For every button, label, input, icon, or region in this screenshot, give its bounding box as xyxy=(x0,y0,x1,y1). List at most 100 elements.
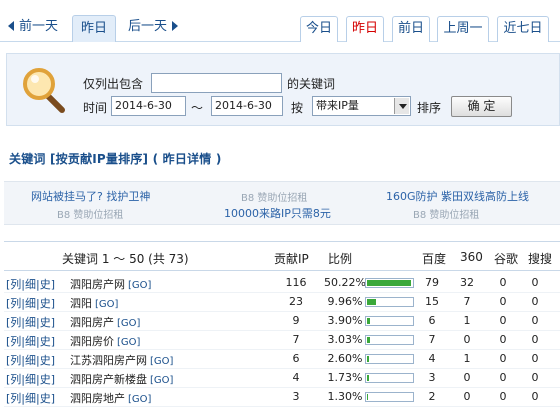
row-links: [列|细|史] xyxy=(6,316,56,329)
col-keyword[interactable]: 关键词 1 ～ 50 (共 73) xyxy=(62,250,189,267)
ratio-bar-fill xyxy=(367,356,369,362)
table-header: 关键词 1 ～ 50 (共 73) 贡献IP 比例 百度 360 谷歌 搜搜 xyxy=(4,241,560,271)
tab-last-seven-days[interactable]: 近七日 xyxy=(497,16,549,42)
ratio-bar-fill xyxy=(367,280,411,286)
next-day-link[interactable]: 后一天 xyxy=(128,16,179,38)
go-link[interactable]: [GO] xyxy=(150,375,173,386)
keyword-cell: 江苏泗阳房产网 [GO] xyxy=(70,352,173,368)
ratio-bar-fill xyxy=(367,394,368,400)
ad-link[interactable]: 网站被挂马了? 找护卫神 xyxy=(31,188,150,204)
keyword-input[interactable] xyxy=(151,73,282,93)
col-360[interactable]: 360 xyxy=(460,250,483,264)
ratio-bar xyxy=(365,392,414,402)
col-ratio[interactable]: 比例 xyxy=(328,250,352,267)
go-link[interactable]: [GO] xyxy=(128,394,151,405)
s360-cell: 7 xyxy=(463,295,471,308)
keyword-text[interactable]: 泗阳 xyxy=(70,297,92,310)
go-link[interactable]: [GO] xyxy=(128,280,151,291)
table-row: [列|细|史] 江苏泗阳房产网 [GO] 6 2.60% 4 1 0 0 xyxy=(4,350,560,369)
baidu-cell: 7 xyxy=(428,333,436,346)
list-link[interactable]: 列 xyxy=(10,297,21,310)
tab-day-before[interactable]: 前日 xyxy=(392,16,430,42)
tab-last-monday[interactable]: 上周一 xyxy=(437,16,489,42)
current-day-tab[interactable]: 昨日 xyxy=(72,15,116,42)
list-link[interactable]: 列 xyxy=(10,354,21,367)
list-link[interactable]: 列 xyxy=(10,316,21,329)
col-google[interactable]: 谷歌 xyxy=(494,250,518,267)
go-link[interactable]: [GO] xyxy=(150,356,173,367)
ratio-cell: 3.03% xyxy=(327,333,363,346)
baidu-cell: 2 xyxy=(428,390,436,403)
detail-link[interactable]: 细 xyxy=(25,335,36,348)
history-link[interactable]: 史 xyxy=(40,354,51,367)
date-from-input[interactable]: 2014-6-30 xyxy=(111,96,186,116)
list-link[interactable]: 列 xyxy=(10,392,21,405)
history-link[interactable]: 史 xyxy=(40,316,51,329)
keyword-text[interactable]: 泗阳房产 xyxy=(70,316,114,329)
google-cell: 0 xyxy=(499,390,507,403)
detail-link[interactable]: 细 xyxy=(25,392,36,405)
right-arrow-icon xyxy=(172,21,179,31)
ip-cell: 7 xyxy=(292,333,300,346)
keyword-text[interactable]: 泗阳房地产 xyxy=(70,392,125,405)
ratio-cell: 9.96% xyxy=(327,295,363,308)
col-baidu[interactable]: 百度 xyxy=(422,250,446,267)
ad-link[interactable]: 10000来路IP只需8元 xyxy=(224,205,331,221)
detail-link[interactable]: 细 xyxy=(25,297,36,310)
list-link[interactable]: 列 xyxy=(10,278,21,291)
ip-cell: 4 xyxy=(292,371,300,384)
detail-link[interactable]: 细 xyxy=(25,354,36,367)
col-ip[interactable]: 贡献IP xyxy=(274,250,309,267)
keyword-cell: 泗阳房价 [GO] xyxy=(70,333,140,349)
order-label: 排序 xyxy=(417,101,442,115)
chevron-down-icon[interactable] xyxy=(394,98,409,114)
ratio-bar xyxy=(365,354,414,364)
go-link[interactable]: [GO] xyxy=(95,299,118,310)
ip-cell: 3 xyxy=(292,390,300,403)
table-row: [列|细|史] 泗阳房价 [GO] 7 3.03% 7 0 0 0 xyxy=(4,331,560,350)
baidu-cell: 6 xyxy=(428,314,436,327)
detail-link[interactable]: 细 xyxy=(25,278,36,291)
detail-link[interactable]: 细 xyxy=(25,316,36,329)
ad-slot[interactable]: B8 赞助位招租 xyxy=(57,206,123,221)
keyword-text[interactable]: 江苏泗阳房产网 xyxy=(70,354,147,367)
col-sogou[interactable]: 搜搜 xyxy=(528,250,552,267)
ad-link[interactable]: 160G防护 紫田双线高防上线 xyxy=(386,188,529,204)
history-link[interactable]: 史 xyxy=(40,297,51,310)
only-contains-label: 仅列出包含 xyxy=(83,77,144,91)
history-link[interactable]: 史 xyxy=(40,392,51,405)
tab-yesterday[interactable]: 昨日 xyxy=(346,16,384,42)
ip-cell: 9 xyxy=(292,314,300,327)
detail-link[interactable]: 细 xyxy=(25,373,36,386)
keyword-text[interactable]: 泗阳房产新楼盘 xyxy=(70,373,147,386)
keyword-cell: 泗阳房地产 [GO] xyxy=(70,390,151,406)
ad-slot[interactable]: B8 赞助位招租 xyxy=(241,189,307,204)
history-link[interactable]: 史 xyxy=(40,373,51,386)
history-link[interactable]: 史 xyxy=(40,335,51,348)
keyword-text[interactable]: 泗阳房产网 xyxy=(70,278,125,291)
tab-today[interactable]: 今日 xyxy=(300,16,338,42)
sort-field-select[interactable]: 带来IP量 xyxy=(312,96,411,116)
go-link[interactable]: [GO] xyxy=(117,337,140,348)
ad-slot[interactable]: B8 赞助位招租 xyxy=(413,206,479,221)
current-day-label: 昨日 xyxy=(80,21,107,36)
list-link[interactable]: 列 xyxy=(10,373,21,386)
history-link[interactable]: 史 xyxy=(40,278,51,291)
google-cell: 0 xyxy=(499,276,507,289)
s360-cell: 0 xyxy=(463,371,471,384)
table-row: [列|细|史] 泗阳房地产 [GO] 3 1.30% 2 0 0 0 xyxy=(4,388,560,407)
ratio-cell: 2.60% xyxy=(327,352,363,365)
keyword-text[interactable]: 泗阳房价 xyxy=(70,335,114,348)
prev-day-link[interactable]: 前一天 xyxy=(8,16,58,38)
date-to-input[interactable]: 2014-6-30 xyxy=(211,96,283,116)
row-links: [列|细|史] xyxy=(6,392,56,405)
ratio-bar xyxy=(365,297,414,307)
ratio-bar-fill xyxy=(367,375,369,381)
confirm-button[interactable]: 确 定 xyxy=(451,96,512,117)
left-arrow-icon xyxy=(8,21,14,31)
by-label: 按 xyxy=(291,101,304,115)
list-link[interactable]: 列 xyxy=(10,335,21,348)
go-link[interactable]: [GO] xyxy=(117,318,140,329)
keyword-suffix-label: 的关键词 xyxy=(287,77,336,91)
table-row: [列|细|史] 泗阳 [GO] 23 9.96% 15 7 0 0 xyxy=(4,293,560,312)
